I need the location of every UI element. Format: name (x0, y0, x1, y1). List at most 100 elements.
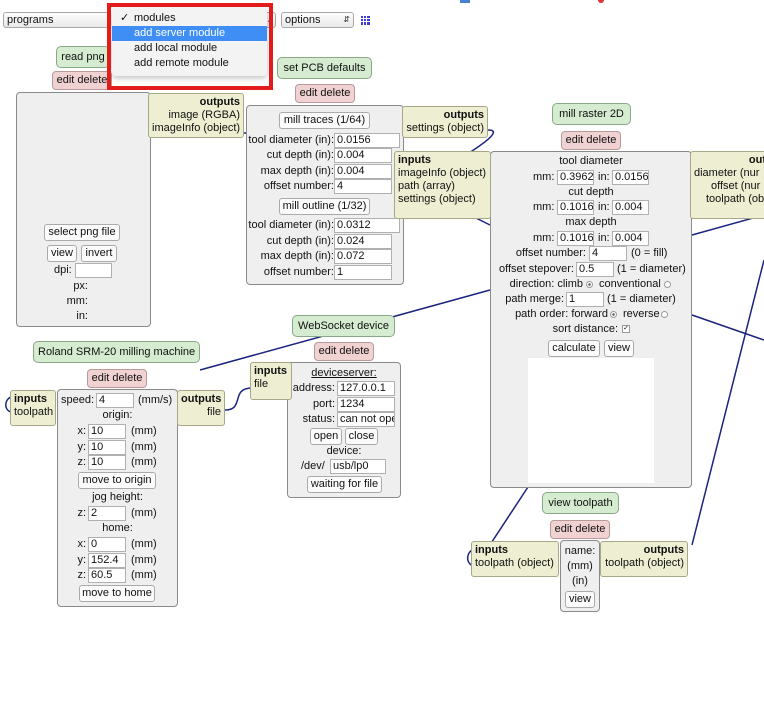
max-depth-in-label: in: (598, 232, 610, 244)
output-diameter[interactable]: diameter (nur (694, 167, 764, 180)
in-unit-label: (in) (572, 575, 588, 587)
input-imageinfo[interactable]: imageInfo (object) (398, 167, 487, 180)
pcb-defaults-title[interactable]: set PCB defaults (277, 57, 372, 79)
output-offset[interactable]: offset (nur (694, 180, 764, 193)
tool-diameter-in-field[interactable]: 0.0156 (612, 170, 649, 185)
websocket-title[interactable]: WebSocket device (292, 315, 395, 337)
outline-tool-diameter-field[interactable]: 0.0312 (334, 218, 400, 233)
home-x-field[interactable]: 0 (88, 537, 126, 552)
read-png-view-button[interactable]: view (47, 245, 77, 262)
roland-outputs: outputs file (177, 390, 225, 426)
close-button[interactable]: close (345, 428, 378, 445)
address-field[interactable]: 127.0.0.1 (337, 381, 395, 396)
order-forward-radio[interactable] (610, 311, 617, 318)
input-toolpath[interactable]: toolpath (object) (475, 557, 555, 570)
invert-button[interactable]: invert (81, 245, 117, 262)
input-settings[interactable]: settings (object) (398, 193, 487, 206)
mill-raster-view-button[interactable]: view (604, 340, 634, 357)
offset-number-field[interactable]: 4 (589, 246, 627, 261)
max-depth-mm-field[interactable]: 0.1016 (557, 231, 594, 246)
jog-height-label: jog height: (92, 491, 143, 503)
offset-stepover-field[interactable]: 0.5 (576, 262, 614, 277)
view-toolpath-title[interactable]: view toolpath (542, 492, 619, 514)
sort-distance-checkbox[interactable]: ✓ (622, 325, 630, 333)
home-z-field[interactable]: 60.5 (88, 568, 126, 583)
direction-conventional-label: conventional (599, 278, 661, 290)
top-edge-decoration (460, 0, 470, 3)
input-path[interactable]: path (array) (398, 180, 487, 193)
read-png-edit-delete[interactable]: edit delete (52, 71, 112, 90)
output-toolpath[interactable]: toolpath (object) (604, 557, 684, 570)
outline-offset-number-field[interactable]: 1 (334, 265, 392, 280)
mill-raster-title[interactable]: mill raster 2D (552, 103, 631, 125)
options-select[interactable]: options ⇵ (281, 12, 354, 28)
output-file[interactable]: file (181, 406, 221, 419)
calculate-button[interactable]: calculate (548, 340, 600, 357)
wire-raster-right-2 (691, 314, 764, 341)
programs-select[interactable]: programs (3, 12, 111, 28)
pcb-defaults-edit-delete[interactable]: edit delete (295, 84, 355, 103)
jog-z-label: z: (77, 507, 86, 519)
order-reverse-radio[interactable] (661, 311, 668, 318)
origin-y-field[interactable]: 10 (88, 440, 126, 455)
programs-select-label: programs (7, 14, 54, 26)
output-image[interactable]: image (RGBA) (152, 109, 240, 122)
direction-conventional-radio[interactable] (664, 281, 671, 288)
device-field[interactable]: usb/lp0 (330, 459, 386, 474)
roland-title[interactable]: Roland SRM-20 milling machine (33, 341, 200, 363)
output-toolpath[interactable]: toolpath (obj (694, 193, 764, 206)
origin-x-field[interactable]: 10 (88, 424, 126, 439)
home-y-field[interactable]: 152.4 (88, 553, 126, 568)
outline-cut-depth-field[interactable]: 0.024 (334, 234, 392, 249)
websocket-edit-delete[interactable]: edit delete (314, 342, 374, 361)
read-png-title[interactable]: read png (56, 46, 110, 68)
view-toolpath-view-button[interactable]: view (565, 591, 595, 608)
open-button[interactable]: open (310, 428, 342, 445)
mill-outline-button[interactable]: mill outline (1/32) (279, 198, 370, 215)
roland-inputs: inputs toolpath (10, 390, 56, 426)
path-merge-label: path merge: (505, 293, 564, 305)
tool-diameter-mm-field[interactable]: 0.3962 (557, 170, 594, 185)
view-toolpath-edit-delete[interactable]: edit delete (550, 520, 610, 539)
mill-traces-button[interactable]: mill traces (1/64) (279, 112, 370, 129)
dpi-field[interactable] (75, 263, 112, 278)
mill-raster-edit-delete[interactable]: edit delete (561, 131, 621, 150)
traces-cut-depth-field[interactable]: 0.004 (334, 148, 392, 163)
output-settings[interactable]: settings (object) (406, 122, 484, 135)
max-depth-in-field[interactable]: 0.004 (612, 231, 649, 246)
traces-max-depth-field[interactable]: 0.004 (334, 164, 392, 179)
jog-z-field[interactable]: 2 (88, 506, 126, 521)
cut-depth-label: cut depth (568, 186, 614, 198)
speed-field[interactable]: 4 (96, 393, 134, 408)
cut-depth-in-field[interactable]: 0.004 (612, 200, 649, 215)
roland-edit-delete[interactable]: edit delete (87, 369, 147, 388)
outline-offset-number-label: offset number: (263, 266, 334, 278)
traces-tool-diameter-field[interactable]: 0.0156 (334, 133, 400, 148)
max-depth-label: max depth (565, 216, 617, 228)
inputs-header: inputs (14, 393, 47, 405)
move-to-home-button[interactable]: move to home (79, 585, 155, 602)
port-field[interactable]: 1234 (337, 397, 395, 412)
output-imageinfo[interactable]: imageInfo (object) (152, 122, 240, 135)
speed-unit: (mm/s) (138, 394, 173, 406)
direction-label: direction: climb (509, 278, 583, 290)
traces-offset-number-field[interactable]: 4 (334, 179, 392, 194)
origin-x-label: x: (77, 425, 86, 437)
origin-z-field[interactable]: 10 (88, 455, 126, 470)
outline-max-depth-field[interactable]: 0.072 (334, 249, 392, 264)
traces-cut-depth-label: cut depth (in): (266, 149, 334, 161)
input-toolpath[interactable]: toolpath (14, 406, 53, 419)
outline-max-depth-label: max depth (in): (260, 250, 334, 262)
status-field: can not ope (337, 412, 395, 427)
input-file[interactable]: file (254, 378, 288, 391)
grid-icon[interactable] (360, 15, 370, 25)
sort-distance-label: sort distance: (552, 323, 618, 335)
waiting-for-file-button[interactable]: waiting for file (307, 476, 382, 493)
path-merge-field[interactable]: 1 (566, 292, 604, 307)
cut-depth-mm-field[interactable]: 0.1016 (557, 200, 594, 215)
move-to-origin-button[interactable]: move to origin (78, 472, 156, 489)
tool-diameter-label: tool diameter (559, 155, 623, 167)
select-png-file-button[interactable]: select png file (44, 224, 120, 241)
home-z-label: z: (77, 569, 86, 581)
direction-climb-radio[interactable] (586, 281, 593, 288)
